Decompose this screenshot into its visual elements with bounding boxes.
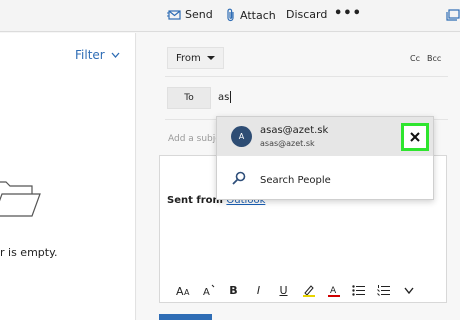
pop-out-icon <box>446 9 460 21</box>
numbered-list-icon <box>377 284 390 296</box>
search-people-button[interactable]: Search People <box>217 157 433 199</box>
to-label: To <box>184 93 194 103</box>
formatting-toolbar: A A A B I U A <box>159 276 447 304</box>
divider <box>165 76 448 77</box>
attach-label: Attach <box>240 8 276 22</box>
to-input[interactable]: as <box>218 91 232 103</box>
search-people-label: Search People <box>260 175 331 186</box>
from-label: From <box>176 52 201 64</box>
font-color-icon: A <box>327 286 340 297</box>
chevron-down-icon <box>111 52 120 58</box>
italic-button[interactable]: I <box>246 280 271 300</box>
recipient-suggestions: A asas@azet.sk asas@azet.sk Search Peopl… <box>216 116 434 200</box>
send-label: Send <box>185 8 213 21</box>
superscript-button[interactable]: A <box>196 280 221 300</box>
underline-label: U <box>279 283 288 297</box>
svg-text:A: A <box>203 287 210 296</box>
svg-text:A: A <box>176 285 184 296</box>
discard-button[interactable]: Discard <box>286 8 327 21</box>
highlight-button[interactable] <box>296 280 321 300</box>
send-button[interactable]: Send <box>167 8 213 21</box>
svg-text:A: A <box>330 286 337 296</box>
font-color-button[interactable]: A <box>321 280 346 300</box>
filter-button[interactable]: Filter <box>75 48 120 62</box>
remove-suggestion-button[interactable] <box>401 123 429 151</box>
filter-label: Filter <box>75 48 105 62</box>
send-primary-button[interactable] <box>159 314 212 320</box>
font-grow-icon: A <box>203 284 214 296</box>
chevron-down-icon <box>403 287 414 294</box>
search-icon <box>232 171 246 185</box>
bcc-button[interactable]: Bcc <box>427 54 441 63</box>
font-size-icon: A A <box>176 285 190 296</box>
command-bar: Send Attach Discard ••• <box>0 0 460 32</box>
avatar: A <box>231 126 252 147</box>
text-cursor <box>230 91 232 103</box>
font-size-button[interactable]: A A <box>171 280 196 300</box>
to-button[interactable]: To <box>167 87 211 109</box>
close-icon <box>410 132 420 142</box>
pop-out-button[interactable] <box>446 9 460 21</box>
from-dropdown[interactable]: From <box>167 47 224 69</box>
empty-folder-text: r is empty. <box>0 246 58 259</box>
more-actions-button[interactable]: ••• <box>334 6 362 21</box>
paperclip-icon <box>227 8 234 22</box>
more-label: ••• <box>334 6 362 21</box>
bullets-button[interactable] <box>346 280 371 300</box>
bold-label: B <box>229 283 238 297</box>
message-list-pane: Filter r is empty. <box>0 33 136 320</box>
more-formatting-button[interactable] <box>396 280 421 300</box>
cc-button[interactable]: Cc <box>410 54 420 63</box>
highlighter-icon <box>302 284 315 297</box>
svg-text:A: A <box>184 288 190 296</box>
numbering-button[interactable] <box>371 280 396 300</box>
discard-label: Discard <box>286 8 328 21</box>
to-value: as <box>218 91 230 103</box>
empty-folder-icon <box>0 181 41 217</box>
caret-down-icon <box>206 56 215 60</box>
bullet-list-icon <box>352 284 365 296</box>
italic-label: I <box>256 283 261 297</box>
suggestion-item[interactable]: A asas@azet.sk asas@azet.sk <box>217 117 433 156</box>
underline-button[interactable]: U <box>271 280 296 300</box>
suggestion-email: asas@azet.sk <box>260 139 315 148</box>
bold-button[interactable]: B <box>221 280 246 300</box>
attach-button[interactable]: Attach <box>226 8 276 22</box>
send-icon <box>167 9 181 20</box>
suggestion-name: asas@azet.sk <box>260 125 329 136</box>
